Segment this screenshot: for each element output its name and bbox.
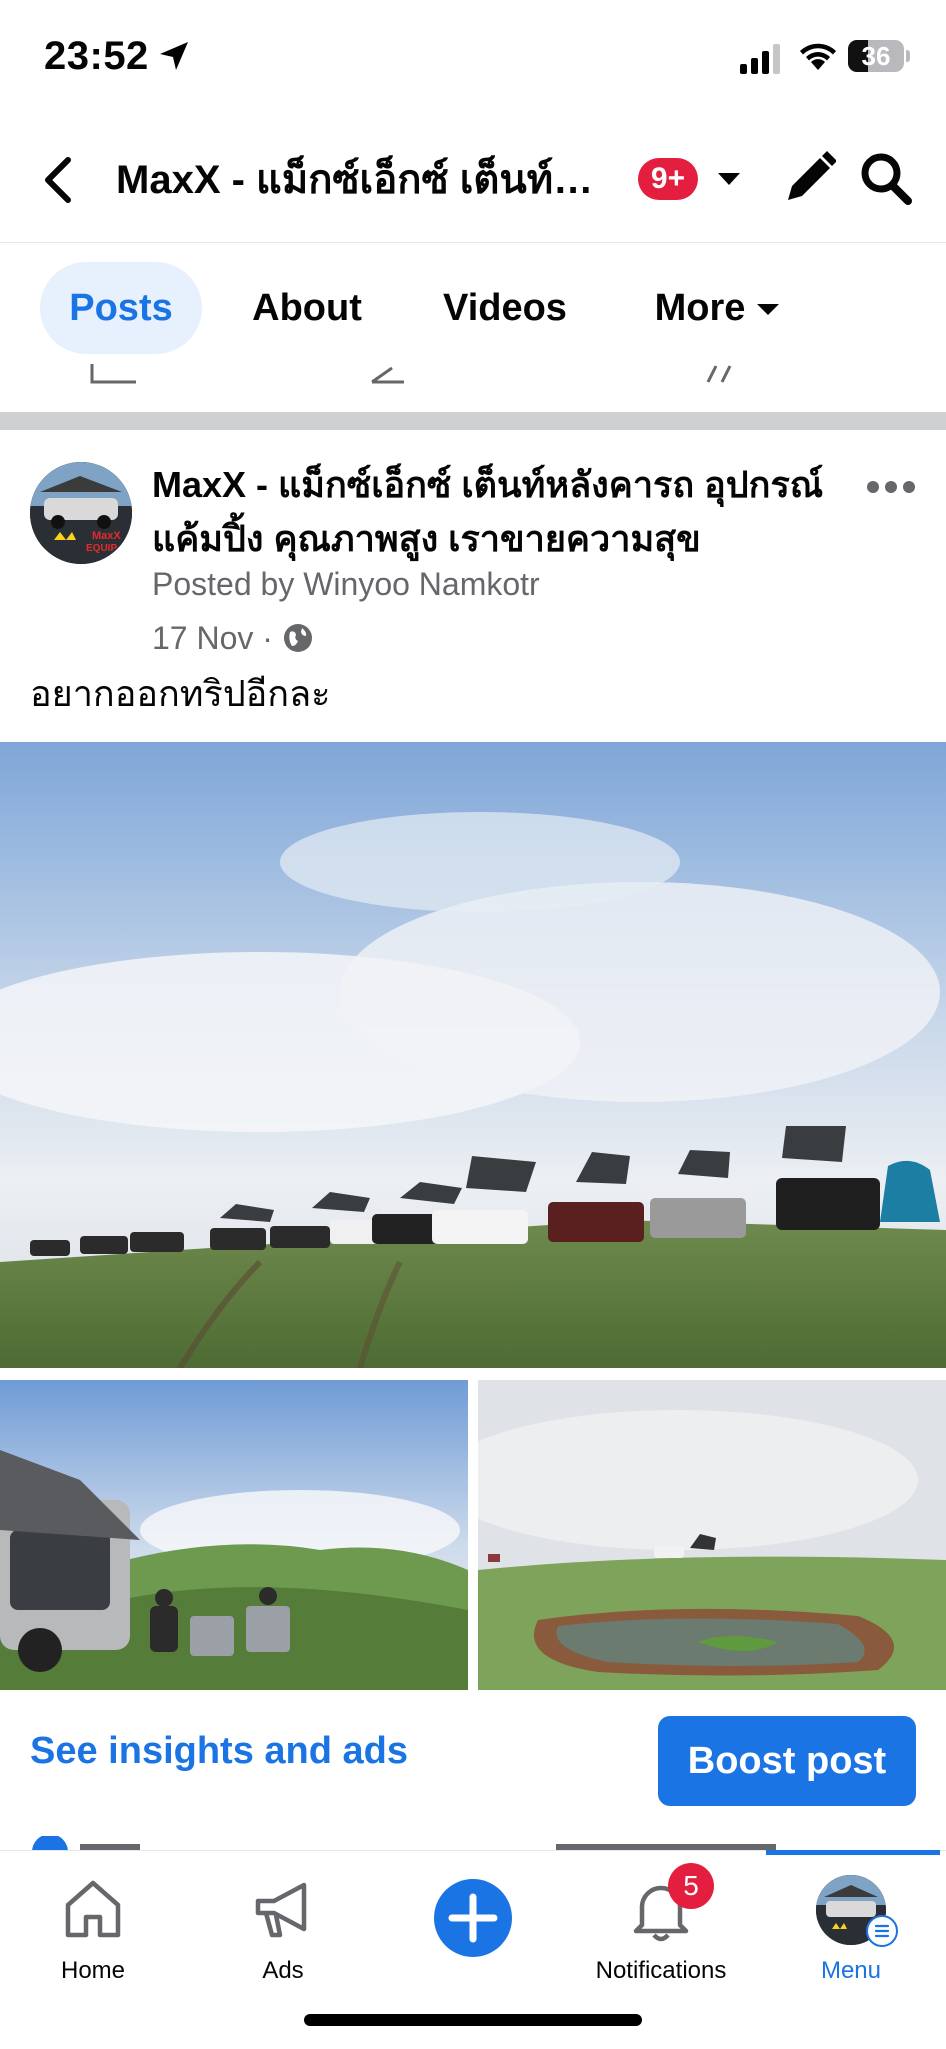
- hamburger-icon: [874, 1924, 890, 1938]
- notification-count-badge[interactable]: 9+: [638, 158, 698, 200]
- home-indicator[interactable]: [304, 2014, 642, 2026]
- nav-notifications-label: Notifications: [595, 1957, 727, 1984]
- wifi-icon: [800, 43, 836, 70]
- nav-menu[interactable]: Menu: [766, 1851, 936, 2001]
- cut-off-action-icons: [90, 364, 732, 384]
- misty-pond-photo: [478, 1380, 946, 1690]
- nav-notifications[interactable]: 5 Notifications: [576, 1851, 746, 2001]
- chevron-down-icon[interactable]: [716, 170, 742, 188]
- location-arrow-icon: [160, 42, 188, 70]
- post-photo-left[interactable]: [0, 1380, 468, 1690]
- posted-by-text[interactable]: Posted by Winyoo Namkotr: [152, 566, 540, 603]
- avatar-image: MaxX EQUIP: [30, 462, 132, 564]
- page-tabs: Posts About Videos More: [0, 244, 946, 374]
- tab-about[interactable]: About: [236, 262, 378, 354]
- back-arrow-icon[interactable]: [36, 152, 80, 208]
- avatar-logo-line2: EQUIP: [86, 543, 117, 554]
- tab-videos[interactable]: Videos: [420, 262, 590, 354]
- more-options-icon[interactable]: [866, 470, 916, 504]
- camping-convoy-photo: [0, 742, 946, 1368]
- status-time: 23:52: [44, 34, 149, 78]
- tab-more[interactable]: More: [632, 262, 802, 354]
- boost-post-button[interactable]: Boost post: [658, 1716, 916, 1806]
- page-avatar[interactable]: MaxX EQUIP: [30, 462, 132, 564]
- cut-off-reactions-row: [32, 1836, 776, 1850]
- active-tab-indicator: [766, 1850, 940, 1855]
- search-icon[interactable]: [856, 148, 916, 210]
- cellular-signal-icon: [740, 44, 780, 74]
- post-date-text: 17 Nov: [152, 620, 254, 656]
- nav-home-label: Home: [60, 1957, 126, 1984]
- post-author-name[interactable]: MaxX - แม็กซ์เอ็กซ์ เต็นท์หลังคารถ อุปกร…: [152, 458, 852, 566]
- tab-label: More: [654, 287, 746, 329]
- home-icon: [65, 1880, 121, 1938]
- plus-icon: [448, 1893, 498, 1943]
- nav-ads-label: Ads: [262, 1957, 304, 1984]
- tab-label: Videos: [443, 287, 567, 329]
- post-date[interactable]: 17 Nov ·: [152, 620, 273, 657]
- globe-icon: [284, 624, 312, 652]
- notification-badge: 5: [668, 1863, 714, 1909]
- post-photo-main[interactable]: [0, 742, 946, 1368]
- campers-seated-photo: [0, 1380, 468, 1690]
- caret-down-icon: [757, 304, 780, 316]
- create-button[interactable]: [434, 1879, 512, 1957]
- battery-level: 36: [861, 41, 891, 71]
- megaphone-icon: [255, 1882, 307, 1938]
- battery-icon: 36: [848, 40, 904, 72]
- post-photo-right[interactable]: [478, 1380, 946, 1690]
- page-title[interactable]: MaxX - แม็กซ์เอ็กซ์ เต็นท์หลังคารถ อุปกร…: [116, 154, 616, 206]
- nav-create[interactable]: [388, 1851, 558, 2001]
- date-separator: ·: [262, 620, 273, 656]
- tab-posts[interactable]: Posts: [40, 262, 202, 354]
- nav-ads[interactable]: Ads: [198, 1851, 368, 2001]
- post-body-text: อยากออกทริปอีกละ: [30, 673, 331, 714]
- pencil-icon[interactable]: [780, 148, 836, 210]
- battery-tip: [906, 50, 910, 62]
- nav-home[interactable]: Home: [8, 1851, 178, 2001]
- section-divider: [0, 412, 946, 430]
- see-insights-link[interactable]: See insights and ads: [30, 1730, 408, 1773]
- status-bar: 23:52 36: [0, 0, 946, 118]
- page-header: MaxX - แม็กซ์เอ็กซ์ เต็นท์หลังคารถ อุปกร…: [0, 118, 946, 243]
- tab-label: Posts: [69, 287, 173, 329]
- tab-label: About: [252, 287, 362, 329]
- menu-lines-icon: [866, 1915, 898, 1947]
- avatar-logo-line1: MaxX: [92, 530, 121, 542]
- nav-menu-label: Menu: [820, 1957, 882, 1984]
